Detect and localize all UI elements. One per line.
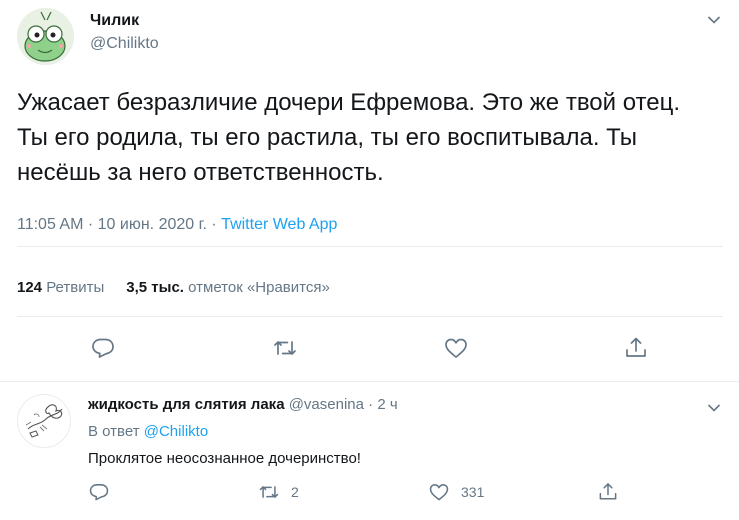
- reply-author-avatar[interactable]: [17, 394, 71, 448]
- reply-tweet[interactable]: жидкость для слятия лака @vasenina · 2 ч…: [0, 382, 739, 520]
- tweet-source-link[interactable]: Twitter Web App: [221, 216, 337, 233]
- likes-count: 3,5 тыс.: [126, 279, 184, 296]
- divider: [17, 316, 723, 317]
- tweet-time[interactable]: 11:05 AM: [17, 216, 83, 233]
- retweet-icon: [274, 341, 296, 355]
- reply-to-prefix: В ответ: [88, 423, 140, 440]
- share-icon: [626, 337, 646, 357]
- author-name[interactable]: Чилик: [90, 12, 139, 30]
- main-tweet: Чилик @Chilikto Ужасает безразличие доче…: [0, 0, 739, 381]
- reply-icon: [92, 338, 114, 358]
- retweet-icon: [259, 486, 279, 498]
- sketch-avatar-icon: [18, 395, 70, 447]
- likes-stat[interactable]: 3,5 тыс. отметок «Нравится»: [126, 279, 330, 296]
- reply-like-button[interactable]: 331: [428, 481, 484, 503]
- divider: [17, 246, 723, 247]
- reply-share-button[interactable]: [597, 481, 619, 503]
- reply-icon: [89, 484, 109, 501]
- reply-to-mention[interactable]: @Chilikto: [144, 423, 208, 440]
- chevron-down-icon[interactable]: [707, 400, 721, 412]
- meta-separator: ·: [211, 216, 217, 233]
- retweets-stat[interactable]: 124 Ретвиты: [17, 279, 104, 296]
- reply-button[interactable]: [90, 335, 116, 361]
- tweet-stats: 124 Ретвиты 3,5 тыс. отметок «Нравится»: [17, 279, 330, 296]
- reply-author-name[interactable]: жидкость для слятия лака: [88, 396, 285, 413]
- reply-likes-count: 331: [461, 484, 485, 500]
- frog-avatar-icon: [17, 8, 74, 65]
- heart-icon: [429, 484, 449, 501]
- reply-text: Проклятое неосознанное дочеринство!: [88, 450, 361, 467]
- author-handle[interactable]: @Chilikto: [90, 35, 159, 53]
- tweet-text: Ужасает безразличие дочери Ефремова. Это…: [17, 89, 681, 186]
- retweets-count: 124: [17, 279, 43, 296]
- tweet-date[interactable]: 10 июн. 2020 г.: [98, 216, 207, 233]
- heart-icon: [445, 338, 467, 358]
- like-button[interactable]: [443, 335, 469, 361]
- reply-retweets-count: 2: [291, 484, 299, 500]
- chevron-down-icon[interactable]: [707, 12, 721, 24]
- retweet-button[interactable]: [272, 335, 298, 361]
- share-button[interactable]: [623, 335, 649, 361]
- reply-time[interactable]: 2 ч: [377, 396, 397, 413]
- reply-to-line: В ответ @Chilikto: [88, 423, 208, 440]
- reply-retweet-button[interactable]: 2: [258, 481, 299, 503]
- reply-author-handle[interactable]: @vasenina: [289, 396, 364, 413]
- likes-label: отметок «Нравится»: [188, 279, 330, 296]
- reply-reply-button[interactable]: [88, 481, 110, 503]
- reply-header: жидкость для слятия лака @vasenina · 2 ч: [88, 396, 398, 413]
- meta-separator: ·: [87, 216, 94, 233]
- reply-separator: ·: [368, 396, 374, 413]
- tweet-meta: 11:05 AM · 10 июн. 2020 г. · Twitter Web…: [17, 216, 337, 234]
- share-icon: [599, 483, 617, 500]
- retweets-label: Ретвиты: [46, 279, 105, 296]
- author-avatar[interactable]: [17, 8, 74, 65]
